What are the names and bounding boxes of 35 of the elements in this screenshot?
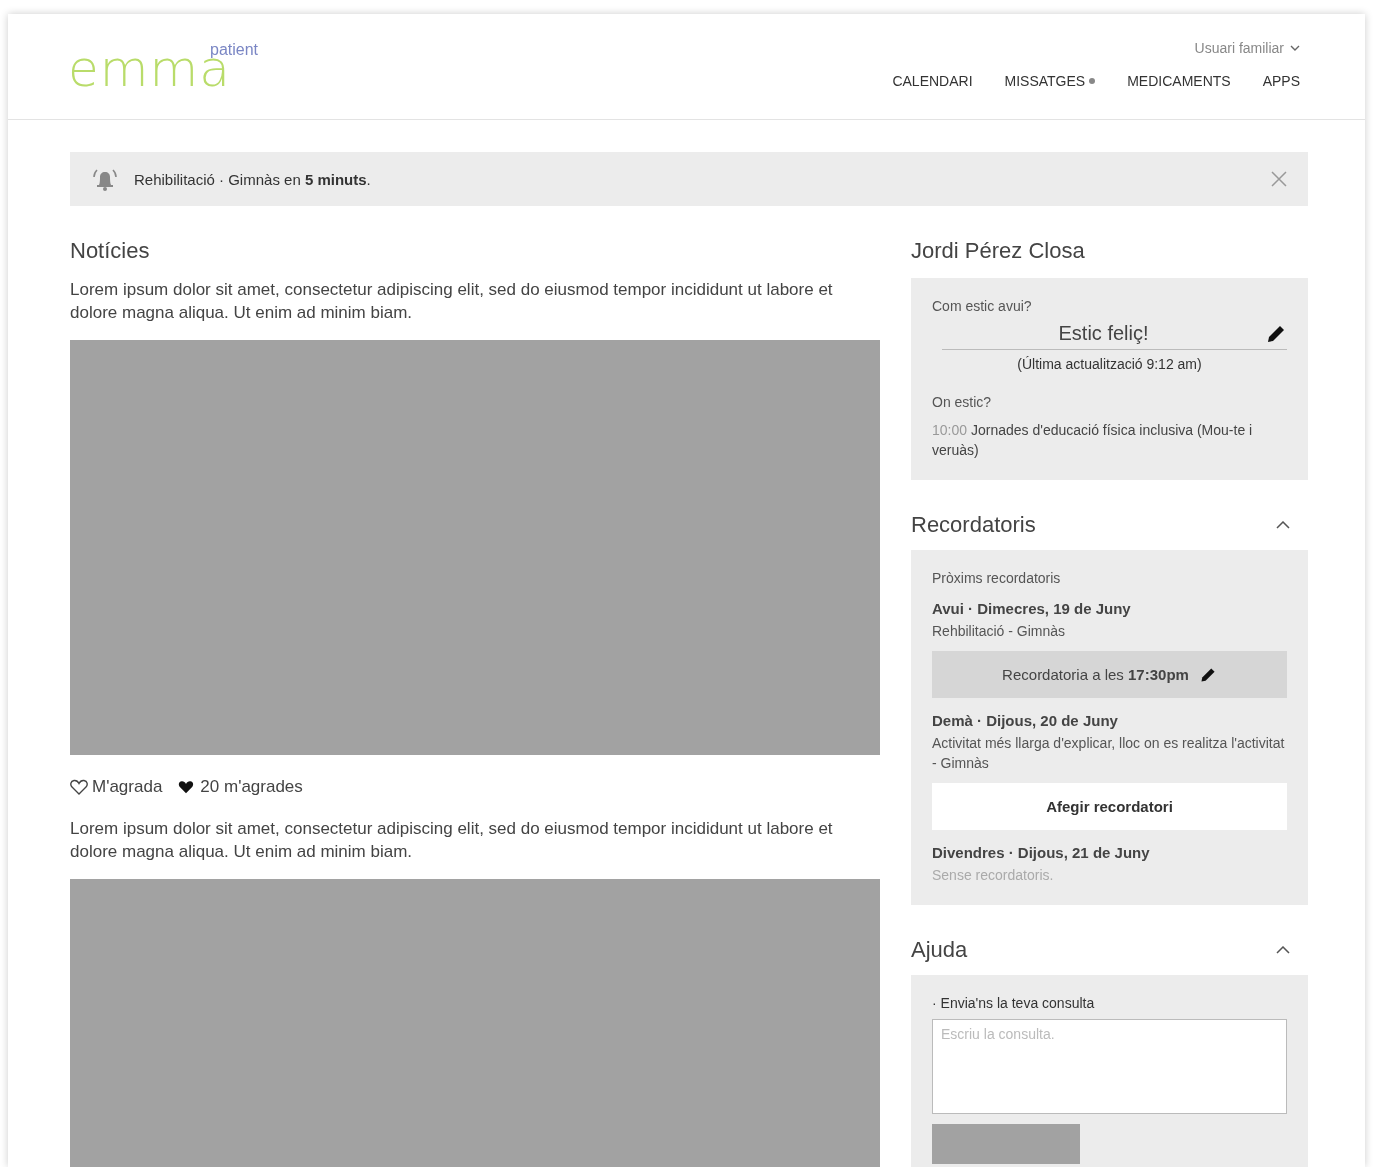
- alert-message: Rehibilitació · Gimnàs en 5 minuts.: [134, 170, 372, 188]
- day-heading: Avui · Dimecres, 19 de Juny: [932, 600, 1132, 617]
- like-button[interactable]: M'agrada: [70, 777, 163, 797]
- nav-link[interactable]: MEDICAMENTS: [1127, 73, 1231, 89]
- day-detail: Sense recordatoris.: [932, 866, 1055, 885]
- heart-icon: [70, 779, 88, 795]
- section-title: Notícies: [70, 238, 151, 264]
- day-detail: Rehbilitació - Gimnàs: [932, 622, 1067, 641]
- field-label: Com estic avui?: [932, 298, 1033, 314]
- chevron-down-icon: [1290, 45, 1300, 51]
- like-count: 20 m'agrades: [200, 777, 303, 797]
- section-title: Recordatoris: [911, 512, 1036, 538]
- post-text: Lorem ipsum dolor sit amet, consectetur adipiscing elit, sed do eiusmod tempor incididunt ut labore et dolore magna aliqua. Ut enim ad minim biam.: [70, 279, 834, 324]
- section-title: Ajuda: [911, 937, 968, 963]
- heart-icon: [178, 780, 195, 794]
- update-time: (Última actualització 9:12 am): [1016, 356, 1203, 372]
- user-menu[interactable]: Usuari familiar: [1194, 40, 1300, 56]
- day-heading: Demà · Dijous, 20 de Juny: [932, 712, 1119, 729]
- nav-link[interactable]: CALENDARI: [892, 73, 973, 89]
- mood-field[interactable]: Estic feliç!: [942, 322, 1287, 350]
- query-field[interactable]: Escriu la consulta.: [932, 1019, 1287, 1114]
- unread-dot: [1089, 78, 1096, 84]
- list-subtitle: Pròxims recordatoris: [932, 570, 1062, 586]
- day-heading: Divendres · Dijous, 21 de Juny: [932, 844, 1151, 861]
- logo-subtitle: patient: [210, 41, 259, 58]
- day-detail: Activitat més llarga d'explicar, lloc on es realitza l'activitat - Gimnàs: [932, 734, 1286, 773]
- add-reminder-button[interactable]: Afegir recordatori: [932, 783, 1287, 830]
- field-label: · Envia'ns la teva consulta: [932, 995, 1096, 1011]
- reminder-button[interactable]: Recordatoria a les 17:30pm: [932, 651, 1287, 698]
- field-label: On estic?: [932, 394, 993, 410]
- post-text: Lorem ipsum dolor sit amet, consectetur adipiscing elit, sed do eiusmod tempor incididunt ut labore et dolore magna aliqua. Ut enim ad minim biam.: [70, 818, 834, 863]
- profile-name: Jordi Pérez Closa: [911, 238, 1086, 264]
- nav-link[interactable]: APPS: [1262, 73, 1300, 89]
- current-event: 10:00 Jornades d'educació física inclusiva (Mou-te i veruàs): [932, 421, 1254, 460]
- nav-link[interactable]: MISSATGES: [1004, 73, 1096, 89]
